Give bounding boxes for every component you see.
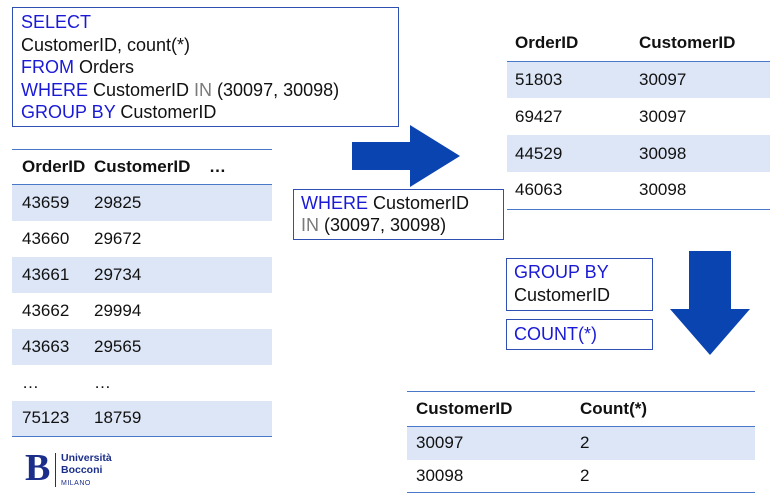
result-cell: 30097: [416, 433, 464, 453]
sql-line-where: WHERE CustomerID IN (30097, 30098): [21, 79, 390, 102]
where-line-2: IN (30097, 30098): [301, 214, 496, 236]
table-row: 43661 29734: [12, 256, 272, 293]
logo-text-universita: Università: [61, 452, 112, 464]
filtered-table: OrderID CustomerID 51803 30097 69427 300…: [507, 25, 770, 210]
count-clause-box: COUNT(*): [506, 319, 653, 350]
orders-cell: 29672: [94, 228, 142, 248]
logo-text-milano: MILANO: [61, 480, 91, 487]
filtered-cell: 51803: [515, 69, 563, 89]
result-table: CustomerID Count(*) 30097 2 30098 2: [407, 391, 755, 493]
filtered-cell: 46063: [515, 180, 563, 200]
orders-cell: 43661: [22, 264, 70, 284]
arrow-down-icon: [670, 251, 750, 355]
table-row: 44529 30098: [507, 135, 770, 172]
sql-where-values: (30097, 30098): [212, 79, 340, 100]
orders-cell: 29825: [94, 192, 142, 212]
count-keyword: COUNT(*): [514, 324, 597, 344]
table-row: 43662 29994: [12, 293, 272, 329]
orders-cell: 29734: [94, 264, 142, 284]
result-cell: 30098: [416, 465, 464, 485]
logo-text-bocconi: Bocconi: [61, 464, 103, 476]
orders-cell: 75123: [22, 408, 70, 428]
result-header-customerid: CustomerID: [416, 399, 513, 418]
sql-query-box: SELECT CustomerID, count(*) FROM Orders …: [12, 7, 399, 127]
result-header-count: Count(*): [580, 399, 648, 418]
orders-header-customerid: CustomerID: [94, 157, 191, 176]
sql-keyword-select: SELECT: [21, 12, 92, 32]
where-line-1: WHERE CustomerID: [301, 192, 496, 214]
orders-cell: 43663: [22, 336, 70, 356]
table-row: 46063 30098: [507, 172, 770, 209]
filtered-header-orderid: OrderID: [515, 32, 579, 52]
sql-keyword-where: WHERE: [21, 79, 88, 100]
orders-table: OrderID CustomerID … 43659 29825 43660 2…: [12, 149, 272, 437]
filtered-header-customerid: CustomerID: [639, 32, 736, 52]
sql-where-column: CustomerID: [88, 79, 195, 100]
sql-columns: CustomerID, count(*): [21, 34, 191, 55]
logo-mark-icon: B: [25, 447, 51, 489]
groupby-keyword: GROUP BY: [514, 262, 609, 282]
sql-keyword-groupby: GROUP BY: [21, 102, 116, 122]
orders-cell: …: [94, 372, 111, 392]
sql-groupby-column: CustomerID: [115, 102, 217, 122]
table-row: 30098 2: [407, 460, 755, 493]
groupby-column: CustomerID: [514, 285, 611, 305]
table-row: 69427 30097: [507, 98, 770, 135]
groupby-line-1: GROUP BY: [514, 261, 645, 284]
filtered-cell: 30097: [639, 106, 687, 126]
filtered-cell: 44529: [515, 143, 563, 163]
sql-line-from: FROM Orders: [21, 56, 390, 79]
result-cell: 2: [580, 433, 590, 453]
filtered-cell: 30098: [639, 143, 687, 163]
orders-cell: 18759: [94, 408, 142, 428]
filtered-cell: 69427: [515, 106, 563, 126]
orders-header-more: …: [209, 157, 226, 176]
table-row: 30097 2: [407, 426, 755, 460]
where-column: CustomerID: [368, 193, 470, 213]
table-row: 43660 29672: [12, 221, 272, 257]
sql-line-select: SELECT: [21, 11, 390, 34]
groupby-line-2: CustomerID: [514, 284, 645, 307]
orders-cell: 29565: [94, 336, 142, 356]
orders-header-orderid: OrderID: [22, 157, 86, 176]
result-cell: 2: [580, 465, 590, 485]
groupby-clause-box: GROUP BY CustomerID: [506, 258, 653, 311]
table-row: 51803 30097: [507, 61, 770, 98]
university-logo: B Università Bocconi MILANO: [25, 448, 135, 492]
filtered-cell: 30097: [639, 69, 687, 89]
where-values: (30097, 30098): [319, 215, 447, 235]
orders-cell: 29994: [94, 300, 142, 320]
sql-keyword-from: FROM: [21, 57, 74, 77]
table-row: 43663 29565: [12, 328, 272, 365]
arrow-right-icon: [352, 125, 460, 187]
sql-line-groupby: GROUP BY CustomerID: [21, 101, 390, 124]
sql-from-table: Orders: [74, 57, 135, 77]
where-in-keyword: IN: [301, 215, 319, 235]
orders-cell: 43660: [22, 228, 70, 248]
orders-cell: …: [22, 372, 39, 392]
sql-keyword-in: IN: [194, 79, 213, 100]
orders-cell: 43662: [22, 300, 70, 320]
where-clause-box: WHERE CustomerID IN (30097, 30098): [293, 189, 504, 240]
table-row: 43659 29825: [12, 184, 272, 221]
filtered-cell: 30098: [639, 180, 687, 200]
orders-cell: 43659: [22, 192, 70, 212]
table-row: 75123 18759: [12, 400, 272, 437]
sql-line-columns: CustomerID, count(*): [21, 34, 390, 57]
table-row: … …: [12, 365, 272, 401]
count-line: COUNT(*): [514, 323, 645, 345]
where-keyword: WHERE: [301, 193, 368, 213]
